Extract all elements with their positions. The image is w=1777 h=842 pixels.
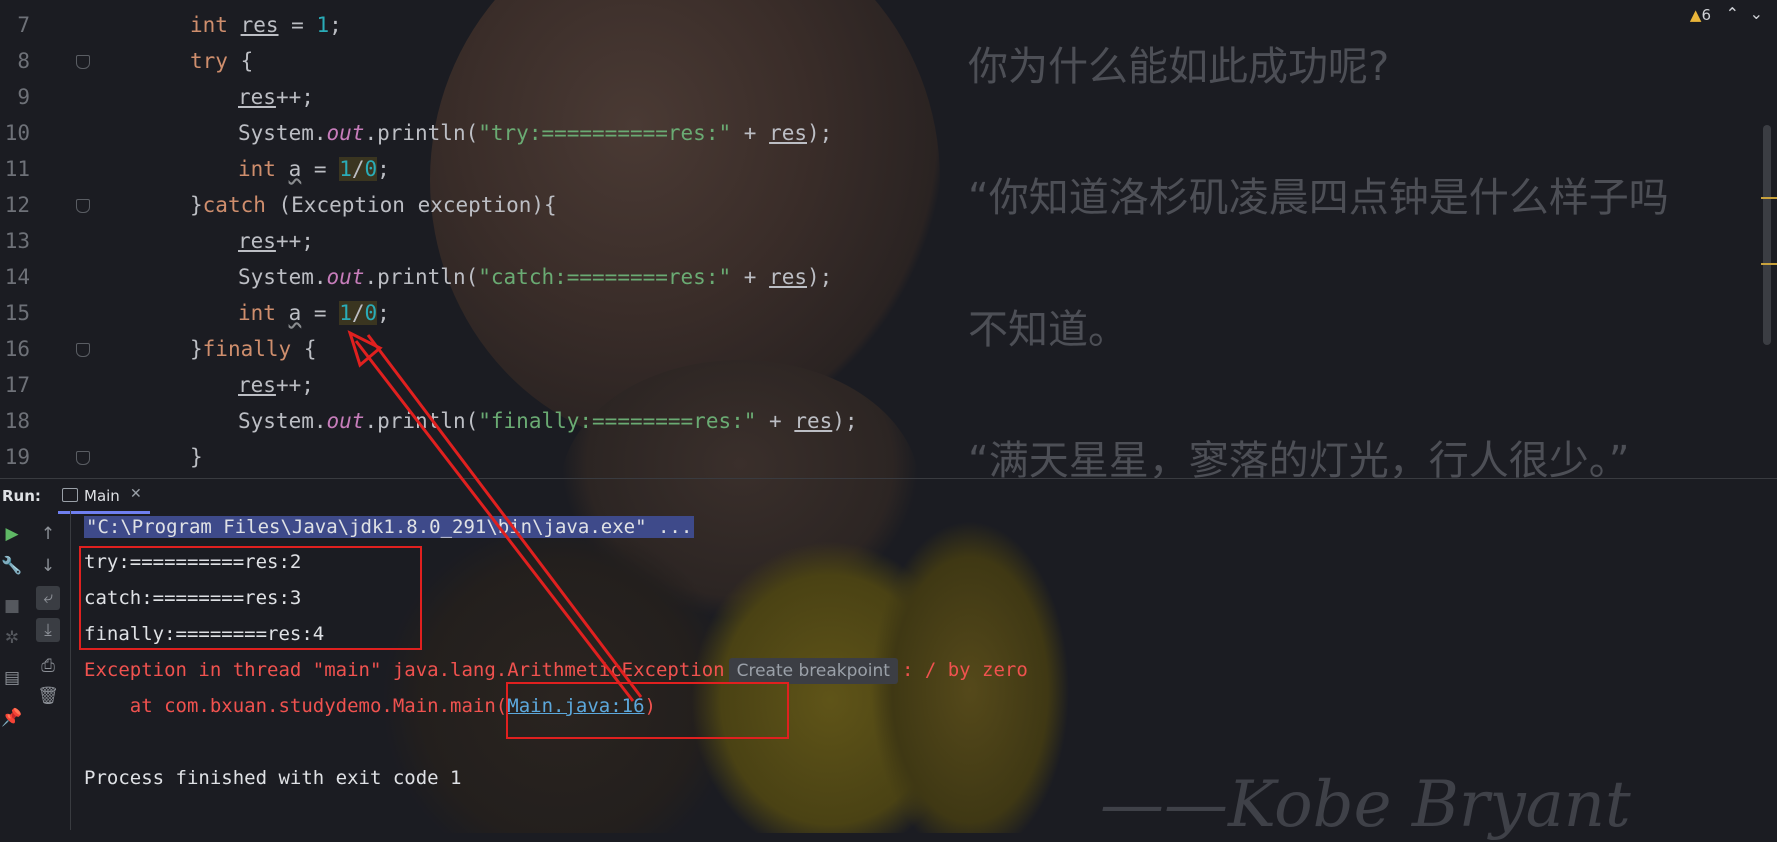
close-tab-button[interactable]: ✕ [130,486,142,502]
code-line[interactable]: 16 }finally { [0,331,1760,367]
scroll-to-end-icon[interactable]: ⤓ [36,618,60,642]
pin-icon[interactable]: 📌 [0,706,24,730]
code-text: res++; [238,373,314,397]
line-number: 17 [4,373,30,397]
code-text: try { [190,49,254,73]
code-text: res++; [238,229,314,253]
line-number: 13 [4,229,30,253]
fold-icon[interactable] [76,343,90,357]
line-number: 9 [17,85,30,109]
line-number: 10 [4,121,30,145]
line-number: 12 [4,193,30,217]
wrench-icon[interactable]: 🔧 [0,554,24,578]
code-line[interactable]: 11 int a = 1/0; [0,151,1760,187]
code-text: }catch (Exception exception){ [190,193,557,217]
fold-icon[interactable] [76,451,90,465]
line-number: 16 [4,337,30,361]
trash-icon[interactable]: 🗑 [36,684,60,708]
line-number: 15 [4,301,30,325]
line-number: 7 [17,13,30,37]
code-text: System.out.println("try:==========res:" … [238,121,833,145]
code-line[interactable]: 13 res++; [0,223,1760,259]
stop-icon[interactable]: ■ [0,594,24,618]
code-editor[interactable]: ▲6 ⌃ ⌄ 7 int res = 1; 8 try { 9 res++; 1… [0,0,1777,478]
create-breakpoint-button[interactable]: Create breakpoint [728,658,898,684]
tab-main-label: Main [84,487,120,505]
line-number: 8 [17,49,30,73]
code-line[interactable]: 9 res++; [0,79,1760,115]
line-number: 14 [4,265,30,289]
layout-icon[interactable]: ▤ [0,666,24,690]
line-number: 11 [4,157,30,181]
run-header: Run: Main ✕ [0,478,1777,514]
code-text: int a = 1/0; [238,301,390,325]
scroll-marker [1761,263,1777,265]
code-line[interactable]: 15 int a = 1/0; [0,295,1760,331]
code-line[interactable]: 7 int res = 1; [0,7,1760,43]
fold-icon[interactable] [76,199,90,213]
code-line[interactable]: 12 }catch (Exception exception){ [0,187,1760,223]
scroll-marker [1761,197,1777,199]
code-text: System.out.println("finally:========res:… [238,409,858,433]
print-icon[interactable]: ⎙ [36,654,60,678]
annotation-box-stacktrace [506,682,789,739]
line-number: 19 [4,445,30,469]
down-arrow-icon[interactable]: ↓ [36,554,60,578]
code-line[interactable]: 19 } [0,439,1760,475]
run-label: Run: [2,487,41,505]
code-line[interactable]: 8 try { [0,43,1760,79]
debug-icon[interactable]: ✲ [0,626,24,650]
code-text: System.out.println("catch:========res:" … [238,265,833,289]
line-number: 18 [4,409,30,433]
run-tool-window: Run: Main ✕ ▶ 🔧 ■ ✲ ▤ 📌 ↑ ↓ ⤶ ⤓ ⎙ 🗑 "C:\… [0,478,1777,833]
code-line[interactable]: 10 System.out.println("try:==========res… [0,115,1760,151]
soft-wrap-icon[interactable]: ⤶ [36,586,60,610]
fold-icon[interactable] [76,55,90,69]
rerun-icon[interactable]: ▶ [0,522,24,546]
editor-scrollbar[interactable] [1763,125,1771,345]
console-command-line: "C:\Program Files\Java\jdk1.8.0_291\bin\… [84,516,695,538]
code-text: res++; [238,85,314,109]
annotation-box-output [79,546,422,650]
code-line[interactable]: 14 System.out.println("catch:========res… [0,259,1760,295]
code-text: } [190,445,203,469]
console-icon [62,488,78,502]
code-text: int res = 1; [190,13,342,37]
console-exit-line: Process finished with exit code 1 [84,767,462,789]
code-text: }finally { [190,337,317,361]
tab-main[interactable]: Main ✕ [58,479,150,514]
code-line[interactable]: 18 System.out.println("finally:========r… [0,403,1760,439]
up-arrow-icon[interactable]: ↑ [36,522,60,546]
code-line[interactable]: 17 res++; [0,367,1760,403]
code-text: int a = 1/0; [238,157,390,181]
